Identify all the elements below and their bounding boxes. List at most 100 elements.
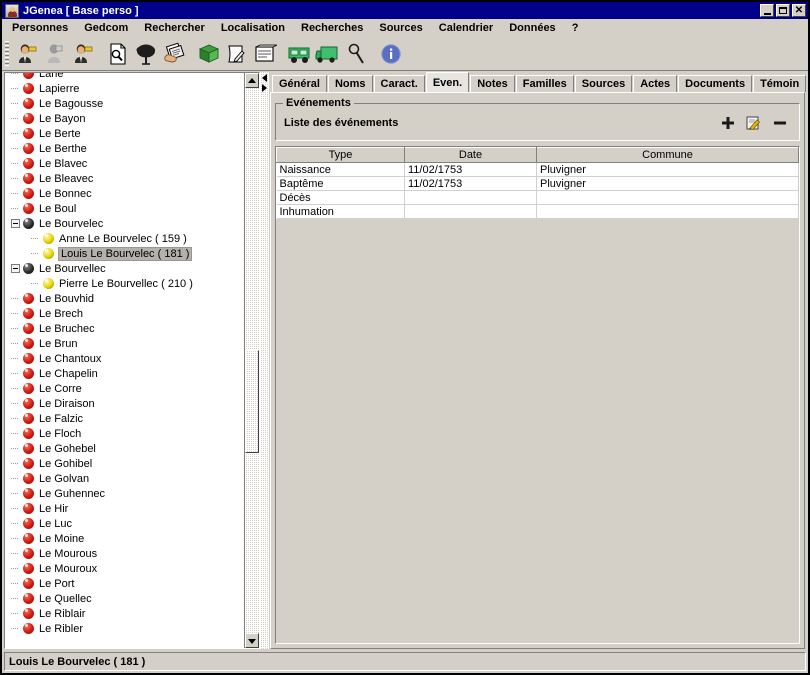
menu-recherches[interactable]: Recherches — [293, 21, 371, 36]
toolbar-magnifier-pin-button[interactable] — [342, 40, 370, 68]
column-header-date[interactable]: Date — [404, 147, 537, 163]
menu-rechercher[interactable]: Rechercher — [136, 21, 213, 36]
toolbar-write-note-button[interactable] — [223, 40, 251, 68]
tree-item-le-riblair[interactable]: Le Riblair — [5, 606, 244, 621]
toolbar-add-person-button[interactable] — [13, 40, 41, 68]
toolbar-search-document-button[interactable] — [104, 40, 132, 68]
toolbar-anonymous-person-button[interactable] — [41, 40, 69, 68]
add-event-button[interactable] — [717, 114, 739, 132]
toolbar-hand-documents-button[interactable] — [160, 40, 188, 68]
tree-item-lane[interactable]: Lane — [5, 73, 244, 81]
menu-gedcom[interactable]: Gedcom — [76, 21, 136, 36]
table-row[interactable]: Baptême 11/02/1753 Pluvigner — [276, 176, 799, 191]
tree-item-le-bleavec[interactable]: Le Bleavec — [5, 171, 244, 186]
tab-actes[interactable]: Actes — [633, 75, 678, 92]
cell-date[interactable] — [404, 204, 537, 219]
collapse-toggle-icon[interactable] — [11, 219, 20, 228]
scrollbar-thumb[interactable] — [245, 349, 259, 454]
menu-sources[interactable]: Sources — [371, 21, 430, 36]
tree-item-le-bruchec[interactable]: Le Bruchec — [5, 321, 244, 336]
toolbar-green-truck-side-button[interactable] — [314, 40, 342, 68]
menu-personnes[interactable]: Personnes — [4, 21, 76, 36]
cell-commune[interactable]: Pluvigner — [536, 162, 799, 177]
cell-commune[interactable]: Pluvigner — [536, 176, 799, 191]
tree-item-le-blavec[interactable]: Le Blavec — [5, 156, 244, 171]
tree-item-le-diraison[interactable]: Le Diraison — [5, 396, 244, 411]
toolbar-family-tree-button[interactable] — [132, 40, 160, 68]
tree-item-le-gohibel[interactable]: Le Gohibel — [5, 456, 244, 471]
divider-collapse-right-button[interactable] — [261, 84, 268, 92]
edit-event-button[interactable] — [743, 114, 765, 132]
tree-item-le-berte[interactable]: Le Berte — [5, 126, 244, 141]
toolbar-green-truck-front-button[interactable] — [286, 40, 314, 68]
cell-commune[interactable] — [536, 190, 799, 205]
tab-noms[interactable]: Noms — [327, 75, 373, 92]
tab-caract[interactable]: Caract. — [373, 75, 425, 92]
split-pane-divider[interactable] — [260, 72, 269, 649]
cell-type[interactable]: Baptême — [276, 176, 405, 191]
tree-item-le-guhennec[interactable]: Le Guhennec — [5, 486, 244, 501]
toolbar-green-book-button[interactable] — [195, 40, 223, 68]
menu-localisation[interactable]: Localisation — [213, 21, 293, 36]
cell-type[interactable]: Inhumation — [276, 204, 405, 219]
table-row[interactable]: Inhumation — [276, 204, 799, 219]
tree-item-le-bourvellec[interactable]: Le Bourvellec — [5, 261, 244, 276]
tab-even[interactable]: Even. — [425, 72, 470, 92]
tab-notes[interactable]: Notes — [470, 75, 515, 92]
tree-item-le-mouroux[interactable]: Le Mouroux — [5, 561, 244, 576]
tree-item-le-chantoux[interactable]: Le Chantoux — [5, 351, 244, 366]
divider-collapse-left-button[interactable] — [261, 74, 268, 82]
tab-documents[interactable]: Documents — [678, 75, 753, 92]
tree-item-le-boul[interactable]: Le Boul — [5, 201, 244, 216]
tree-vertical-scrollbar[interactable] — [244, 73, 259, 648]
table-row[interactable]: Naissance 11/02/1753 Pluvigner — [276, 162, 799, 177]
cell-date[interactable] — [404, 190, 537, 205]
cell-type[interactable]: Naissance — [276, 162, 405, 177]
tree-item-le-bagousse[interactable]: Le Bagousse — [5, 96, 244, 111]
toolbar-grip[interactable] — [5, 40, 9, 67]
tree-item-le-corre[interactable]: Le Corre — [5, 381, 244, 396]
table-row[interactable]: Décès — [276, 190, 799, 205]
events-table-container[interactable]: Type Date Commune Naissance 11/02/1753 P… — [275, 146, 800, 644]
tree-item-le-floch[interactable]: Le Floch — [5, 426, 244, 441]
column-header-commune[interactable]: Commune — [536, 147, 799, 163]
tree-item-anne-le-bourvelec[interactable]: Anne Le Bourvelec ( 159 ) — [5, 231, 244, 246]
tree-item-le-bonnec[interactable]: Le Bonnec — [5, 186, 244, 201]
tree-item-le-brech[interactable]: Le Brech — [5, 306, 244, 321]
tree-item-le-moine[interactable]: Le Moine — [5, 531, 244, 546]
tree-item-le-bourvelec[interactable]: Le Bourvelec — [5, 216, 244, 231]
scroll-up-button[interactable] — [245, 73, 259, 88]
column-header-type[interactable]: Type — [276, 147, 405, 163]
tree-item-le-hir[interactable]: Le Hir — [5, 501, 244, 516]
tree-item-le-luc[interactable]: Le Luc — [5, 516, 244, 531]
collapse-toggle-icon[interactable] — [11, 264, 20, 273]
tree-item-le-bouvhid[interactable]: Le Bouvhid — [5, 291, 244, 306]
cell-date[interactable]: 11/02/1753 — [404, 162, 537, 177]
menu-donnees[interactable]: Données — [501, 21, 563, 36]
tree-item-le-brun[interactable]: Le Brun — [5, 336, 244, 351]
tree-item-le-golvan[interactable]: Le Golvan — [5, 471, 244, 486]
tree-item-le-ribler[interactable]: Le Ribler — [5, 621, 244, 636]
tab-general[interactable]: Général — [272, 75, 327, 92]
tree-item-le-chapelin[interactable]: Le Chapelin — [5, 366, 244, 381]
tab-temoin[interactable]: Témoin — [753, 75, 807, 92]
toolbar-notepad-button[interactable] — [251, 40, 279, 68]
tree-item-le-port[interactable]: Le Port — [5, 576, 244, 591]
menu-calendrier[interactable]: Calendrier — [431, 21, 501, 36]
tree-item-louis-le-bourvelec[interactable]: Louis Le Bourvelec ( 181 ) — [5, 246, 244, 261]
tree-item-le-bayon[interactable]: Le Bayon — [5, 111, 244, 126]
tree-item-pierre-le-bourvellec[interactable]: Pierre Le Bourvellec ( 210 ) — [5, 276, 244, 291]
toolbar-edit-person-button[interactable] — [69, 40, 97, 68]
tree-item-le-quellec[interactable]: Le Quellec — [5, 591, 244, 606]
tree-item-le-mourous[interactable]: Le Mourous — [5, 546, 244, 561]
maximize-button[interactable] — [776, 4, 790, 17]
tab-sources[interactable]: Sources — [574, 75, 633, 92]
close-button[interactable]: ✕ — [792, 4, 806, 17]
tab-familles[interactable]: Familles — [515, 75, 574, 92]
tree-item-le-gohebel[interactable]: Le Gohebel — [5, 441, 244, 456]
tree-item-le-berthe[interactable]: Le Berthe — [5, 141, 244, 156]
minimize-button[interactable] — [760, 4, 774, 17]
toolbar-info-button[interactable] — [377, 40, 405, 68]
menu-help[interactable]: ? — [564, 21, 587, 36]
cell-commune[interactable] — [536, 204, 799, 219]
